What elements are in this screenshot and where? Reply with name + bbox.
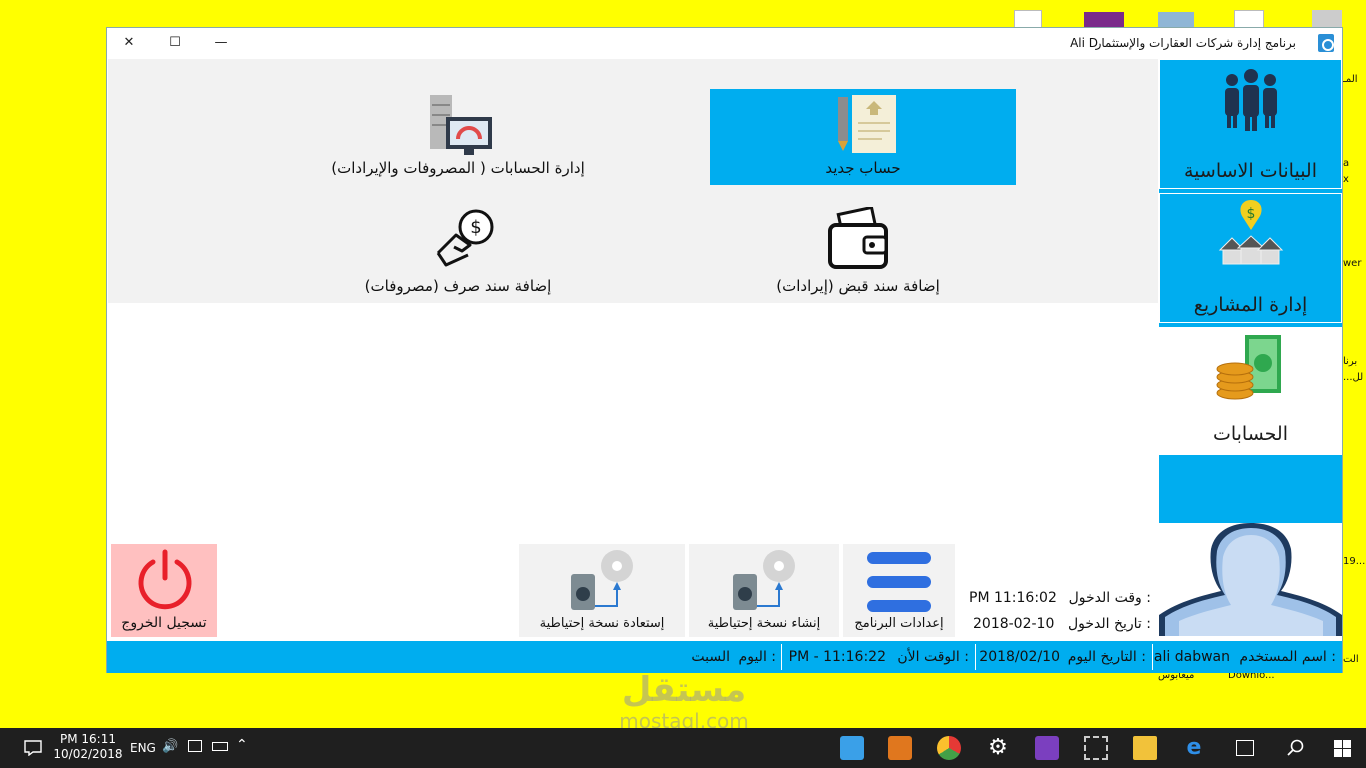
battery-icon[interactable] (212, 742, 228, 751)
sidebar-item-label: الحسابات (1212, 423, 1289, 445)
edge-icon[interactable]: e (1182, 736, 1206, 760)
chevron-up-icon[interactable]: ⌃ (236, 737, 248, 753)
settings-button[interactable]: إعدادات البرنامج (843, 544, 955, 637)
restore-backup-button[interactable]: إستعادة نسخة إحتياطية (519, 544, 685, 637)
sidebar-item-accounts[interactable]: الحسابات (1159, 327, 1342, 455)
volume-icon[interactable]: 🔊 (162, 739, 178, 754)
search-icon[interactable] (1286, 739, 1304, 757)
svg-text:$: $ (1247, 206, 1256, 222)
backup-create-icon (733, 550, 795, 610)
desktop-label: المـ (1343, 74, 1358, 85)
user-avatar (1159, 523, 1342, 636)
maximize-button[interactable]: ☐ (153, 32, 197, 54)
server-monitor-icon (430, 95, 492, 155)
desktop-label: x (1343, 174, 1349, 185)
notifications-icon[interactable] (24, 740, 42, 756)
power-icon (138, 549, 192, 610)
restore-backup-label: إستعادة نسخة إحتياطية (539, 616, 665, 631)
status-time-label: الوقت الأن : (897, 649, 969, 665)
status-time-value: PM - 11:16:22 (788, 649, 886, 665)
tile-label: إدارة الحسابات ( المصروفات والإيرادات) (331, 159, 585, 177)
logout-button[interactable]: تسجيل الخروج (111, 544, 217, 637)
sidebar-item-label: إدارة المشاريع (1193, 294, 1308, 316)
app-taskbar-icon[interactable] (840, 736, 864, 760)
sidebar-item-projects[interactable]: $ إدارة المشاريع (1159, 193, 1342, 323)
settings-label: إعدادات البرنامج (854, 616, 944, 631)
gear-icon[interactable]: ⚙ (986, 736, 1010, 760)
tile-label: إضافة سند قبض (إيرادات) (776, 277, 940, 295)
desktop-label: برنا (1343, 356, 1358, 367)
status-user-value: ali dabwan (1153, 649, 1230, 665)
status-day-label: اليوم : (738, 649, 776, 665)
user-silhouette-icon (1159, 523, 1342, 636)
close-button[interactable]: ✕ (107, 32, 151, 54)
task-view-icon[interactable] (1236, 740, 1254, 756)
visual-studio-icon[interactable] (1035, 736, 1059, 760)
houses-dollar-icon: $ (1218, 200, 1284, 265)
new-account-tile[interactable]: حساب جديد (710, 89, 1016, 185)
sidebar: البيانات الاساسية $ إدارة المشاريع الحسا… (1159, 59, 1342, 524)
windows-start-icon[interactable] (1334, 740, 1351, 757)
hand-coin-icon: $ (436, 209, 494, 267)
document-pen-icon (838, 95, 896, 153)
wallet-icon (828, 207, 888, 269)
receipt-voucher-tile[interactable]: إضافة سند قبض (إيرادات) (748, 205, 968, 297)
logout-label: تسجيل الخروج (121, 615, 207, 631)
status-date-value: 2018/02/10 (979, 649, 1060, 665)
taskbar: PM 16:11 10/02/2018 ENG 🔊 ⌃ ⚙ e (0, 728, 1366, 768)
create-backup-label: إنشاء نسخة إحتياطية (707, 616, 821, 631)
status-date-label: التاريخ اليوم : (1067, 649, 1146, 665)
payment-voucher-tile[interactable]: $ إضافة سند صرف (مصروفات) (348, 205, 568, 297)
codeblocks-icon[interactable] (888, 736, 912, 760)
clock[interactable]: PM 16:11 10/02/2018 (52, 732, 124, 762)
watermark: مستقل mostaql.com (598, 670, 770, 732)
network-icon[interactable] (188, 740, 202, 752)
coins-banknote-icon (1216, 335, 1281, 400)
desktop-label: ...لل (1343, 372, 1364, 383)
language-indicator[interactable]: ENG (130, 741, 156, 755)
login-time-label: وقت الدخول : (1068, 590, 1151, 606)
manage-accounts-tile[interactable]: إدارة الحسابات ( المصروفات والإيرادات) (288, 89, 628, 185)
snipping-tool-icon[interactable] (1084, 736, 1108, 760)
app-icon (1318, 34, 1334, 52)
desktop-label: a (1343, 158, 1350, 169)
create-backup-button[interactable]: إنشاء نسخة إحتياطية (689, 544, 839, 637)
clock-date: 10/02/2018 (53, 747, 123, 761)
sidebar-item-basic-data[interactable]: البيانات الاساسية (1159, 59, 1342, 189)
login-time-value: PM 11:16:02 (969, 590, 1057, 606)
file-explorer-icon[interactable] (1133, 736, 1157, 760)
clock-time: PM 16:11 (60, 732, 116, 746)
desktop-label: 19... (1343, 556, 1366, 567)
menu-icon (867, 552, 931, 612)
tile-label: إضافة سند صرف (مصروفات) (364, 277, 552, 295)
status-user-label: اسم المستخدم : (1239, 649, 1336, 665)
status-day-value: السبت (691, 649, 730, 665)
title-user: Ali D (1070, 36, 1098, 50)
people-group-icon (1225, 69, 1277, 131)
backup-restore-icon (571, 550, 633, 610)
desktop-label: wer (1343, 258, 1362, 269)
status-bar: اسم المستخدم : ali dabwan التاريخ اليوم … (107, 641, 1342, 673)
title-bar: ✕ ☐ — Ali D برنامج إدارة شركات العقارات … (107, 28, 1342, 58)
svg-text:$: $ (470, 217, 481, 238)
sidebar-item-label: البيانات الاساسية (1184, 160, 1317, 182)
tile-label: حساب جديد (825, 159, 901, 177)
login-date-value: 2018-02-10 (973, 616, 1055, 632)
login-date-label: تاريخ الدخول : (1067, 616, 1151, 632)
desktop-label: الت (1343, 654, 1359, 665)
watermark-arabic: مستقل (621, 670, 747, 710)
window-title: برنامج إدارة شركات العقارات والإستثمار (1095, 36, 1296, 50)
accounts-panel: حساب جديد إدارة الحسابات ( المصروفات وال… (108, 59, 1158, 303)
chrome-icon[interactable] (937, 736, 961, 760)
app-window: ✕ ☐ — Ali D برنامج إدارة شركات العقارات … (106, 27, 1343, 673)
minimize-button[interactable]: — (199, 32, 243, 54)
